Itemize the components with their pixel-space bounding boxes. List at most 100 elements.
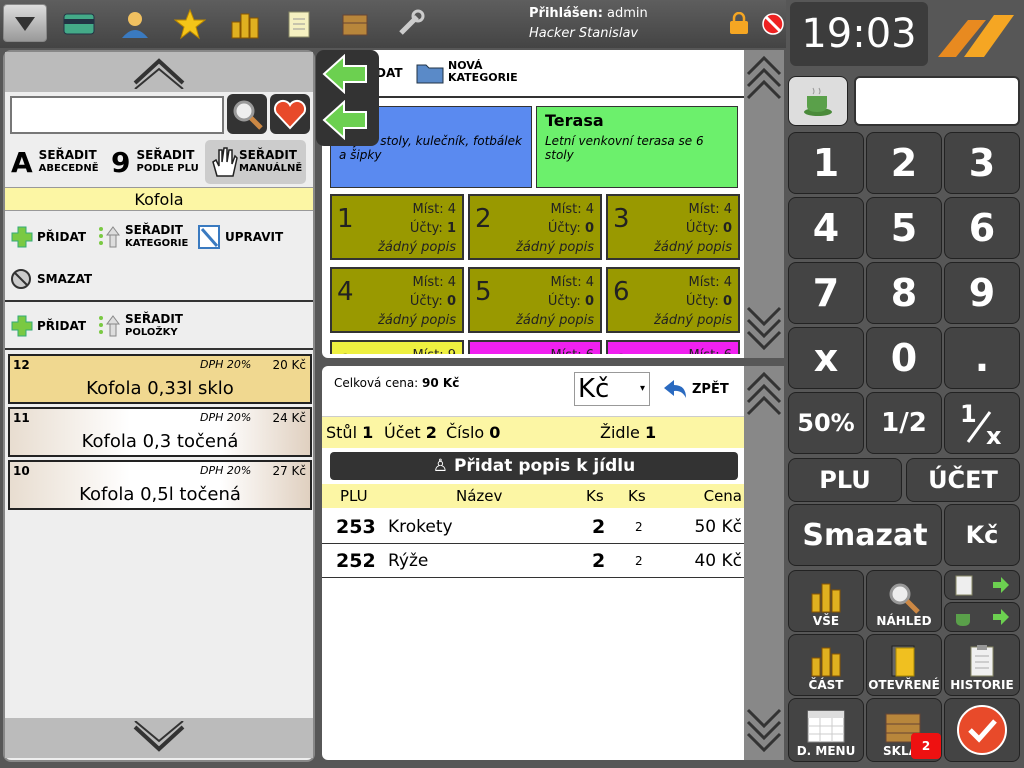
tables-scrollbar[interactable] (744, 50, 784, 358)
seat-tile[interactable]: 3 Míst: 4 Účty: 0 žádný popis (606, 194, 740, 260)
delete-category-label: SMAZAT (37, 271, 93, 286)
add-area-label[interactable]: DAT (376, 66, 403, 80)
sort-alpha-button[interactable]: A SEŘADIT ABECEDNĚ (11, 140, 99, 184)
sort-plu-button[interactable]: 9 SEŘADIT PODLE PLU (111, 140, 199, 184)
percent-key[interactable]: 50% (788, 392, 864, 454)
product-item[interactable]: 11 DPH 20% 24 Kč Kofola 0,3 točená (8, 407, 312, 457)
half-key[interactable]: 1/2 (866, 392, 942, 454)
confirm-button[interactable] (944, 698, 1020, 762)
daily-menu-button[interactable]: D. MENU (788, 698, 864, 762)
chevron-up-icon[interactable] (746, 370, 782, 420)
key-0[interactable]: 1 (788, 132, 864, 194)
scroll-up-button[interactable] (5, 52, 313, 92)
back-button[interactable]: ZPĚT (662, 378, 729, 400)
coins-icon[interactable] (228, 7, 262, 41)
sort-category-button[interactable]: SEŘADIT KATEGORIE (97, 220, 188, 254)
edit-category-button[interactable]: UPRAVIT (197, 220, 283, 254)
sort-items-button[interactable]: SEŘADIT POLOŽKY (97, 308, 183, 344)
letter-a-icon: A (11, 145, 33, 179)
row-name: Rýže (388, 551, 429, 571)
key-4[interactable]: 5 (866, 197, 942, 259)
add-category-label: PŘIDAT (37, 229, 87, 244)
login-info: Přihlášen: admin Hacker Stanislav (529, 4, 648, 44)
sort-alpha-l2: ABECEDNĚ (38, 163, 99, 174)
undo-arrow-icon (664, 380, 686, 398)
sort-manual-button[interactable]: SEŘADIT MANUÁLNĚ (205, 140, 307, 184)
order-row[interactable]: 253 Krokety 2 2 50 Kč (322, 510, 744, 544)
key-5[interactable]: 6 (944, 197, 1020, 259)
warehouse-button[interactable]: SKLA 2 (866, 698, 942, 762)
plu-button[interactable]: PLU (788, 458, 902, 502)
key-11[interactable]: . (944, 327, 1020, 389)
key-6[interactable]: 7 (788, 262, 864, 324)
card-icon[interactable] (62, 7, 96, 41)
new-category-button[interactable]: NOVÁ KATEGORIE (416, 60, 518, 84)
order-scrollbar[interactable] (744, 366, 784, 760)
delete-category-button[interactable]: SMAZAT (10, 264, 92, 294)
seat-tile[interactable]: 2 Míst: 4 Účty: 0 žádný popis (468, 194, 602, 260)
notes-transfer-button[interactable] (944, 570, 1020, 600)
users-icon[interactable] (118, 7, 152, 41)
stop-icon[interactable] (761, 12, 785, 40)
area-tile-terasa[interactable]: Terasa Letní venkovní terasa se 6 stoly (536, 106, 738, 188)
account-button[interactable]: ÚČET (906, 458, 1020, 502)
search-input[interactable] (10, 96, 224, 134)
key-3[interactable]: 4 (788, 197, 864, 259)
chevron-up-icon[interactable] (746, 54, 782, 104)
category-label: Kofola (5, 187, 313, 211)
menu-dropdown-button[interactable] (3, 4, 47, 42)
seat-tile[interactable]: 7 Míst: 6 (468, 340, 602, 354)
seat-tile[interactable]: 1 Míst: 4 Účty: 1 žádný popis (330, 194, 464, 260)
digit-nine-icon: 9 (111, 145, 131, 179)
add-food-description-button[interactable]: ♙ Přidat popis k jídlu (330, 452, 738, 480)
star-icon[interactable] (173, 7, 207, 41)
seat-tile[interactable]: 9 Míst: 6 (606, 340, 740, 354)
account-value: 2 (425, 423, 437, 442)
key-8[interactable]: 9 (944, 262, 1020, 324)
key-2[interactable]: 3 (944, 132, 1020, 194)
box-icon[interactable] (338, 7, 372, 41)
favorites-button[interactable] (270, 94, 310, 134)
area-description: Letní venkovní terasa se 6 stoly (545, 134, 704, 162)
key-10[interactable]: 0 (866, 327, 942, 389)
area-title: Terasa (545, 111, 604, 130)
key-7[interactable]: 8 (866, 262, 942, 324)
row-qty: 2 (592, 516, 606, 538)
arrow-left-icon[interactable] (322, 54, 368, 94)
folder-icon (416, 64, 444, 84)
preview-label: NÁHLED (876, 614, 932, 628)
seat-desc: žádný popis (654, 313, 732, 328)
currency-select[interactable]: Kč ▾ (574, 372, 650, 406)
product-item[interactable]: 12 DPH 20% 20 Kč Kofola 0,33l sklo (8, 354, 312, 404)
plus-icon (11, 315, 33, 337)
history-button[interactable]: HISTORIE (944, 634, 1020, 696)
open-button[interactable]: OTEVŘENÉ (866, 634, 942, 696)
lock-icon[interactable] (728, 11, 750, 40)
arrow-left-icon[interactable] (322, 100, 368, 140)
chevron-down-icon[interactable] (746, 704, 782, 754)
notepad-icon[interactable] (283, 7, 317, 41)
delete-button[interactable]: Smazat (788, 504, 942, 566)
order-row[interactable]: 252 Rýže 2 2 40 Kč (322, 544, 744, 578)
add-category-button[interactable]: PŘIDAT (10, 220, 86, 254)
chevron-down-icon[interactable] (746, 302, 782, 352)
key-1[interactable]: 2 (866, 132, 942, 194)
all-button[interactable]: VŠE (788, 570, 864, 632)
partial-button[interactable]: ČÁST (788, 634, 864, 696)
cup-transfer-button[interactable] (944, 602, 1020, 632)
wrench-icon[interactable] (393, 7, 427, 41)
currency-button[interactable]: Kč (944, 504, 1020, 566)
seat-tile[interactable]: 8 Míst: 9 (330, 340, 464, 354)
product-item[interactable]: 10 DPH 20% 27 Kč Kofola 0,5l točená (8, 460, 312, 510)
search-button[interactable] (227, 94, 267, 134)
customer-button[interactable] (788, 76, 848, 126)
preview-button[interactable]: NÁHLED (866, 570, 942, 632)
seat-tile[interactable]: 5 Míst: 4 Účty: 0 žádný popis (468, 267, 602, 333)
reciprocal-key[interactable]: 1x (944, 392, 1020, 454)
add-item-button[interactable]: PŘIDAT (10, 308, 86, 344)
key-9[interactable]: x (788, 327, 864, 389)
seat-places: Míst: 4 (688, 275, 732, 290)
seat-tile[interactable]: 4 Míst: 4 Účty: 0 žádný popis (330, 267, 464, 333)
seat-tile[interactable]: 6 Míst: 4 Účty: 0 žádný popis (606, 267, 740, 333)
scroll-down-button[interactable] (5, 718, 313, 758)
